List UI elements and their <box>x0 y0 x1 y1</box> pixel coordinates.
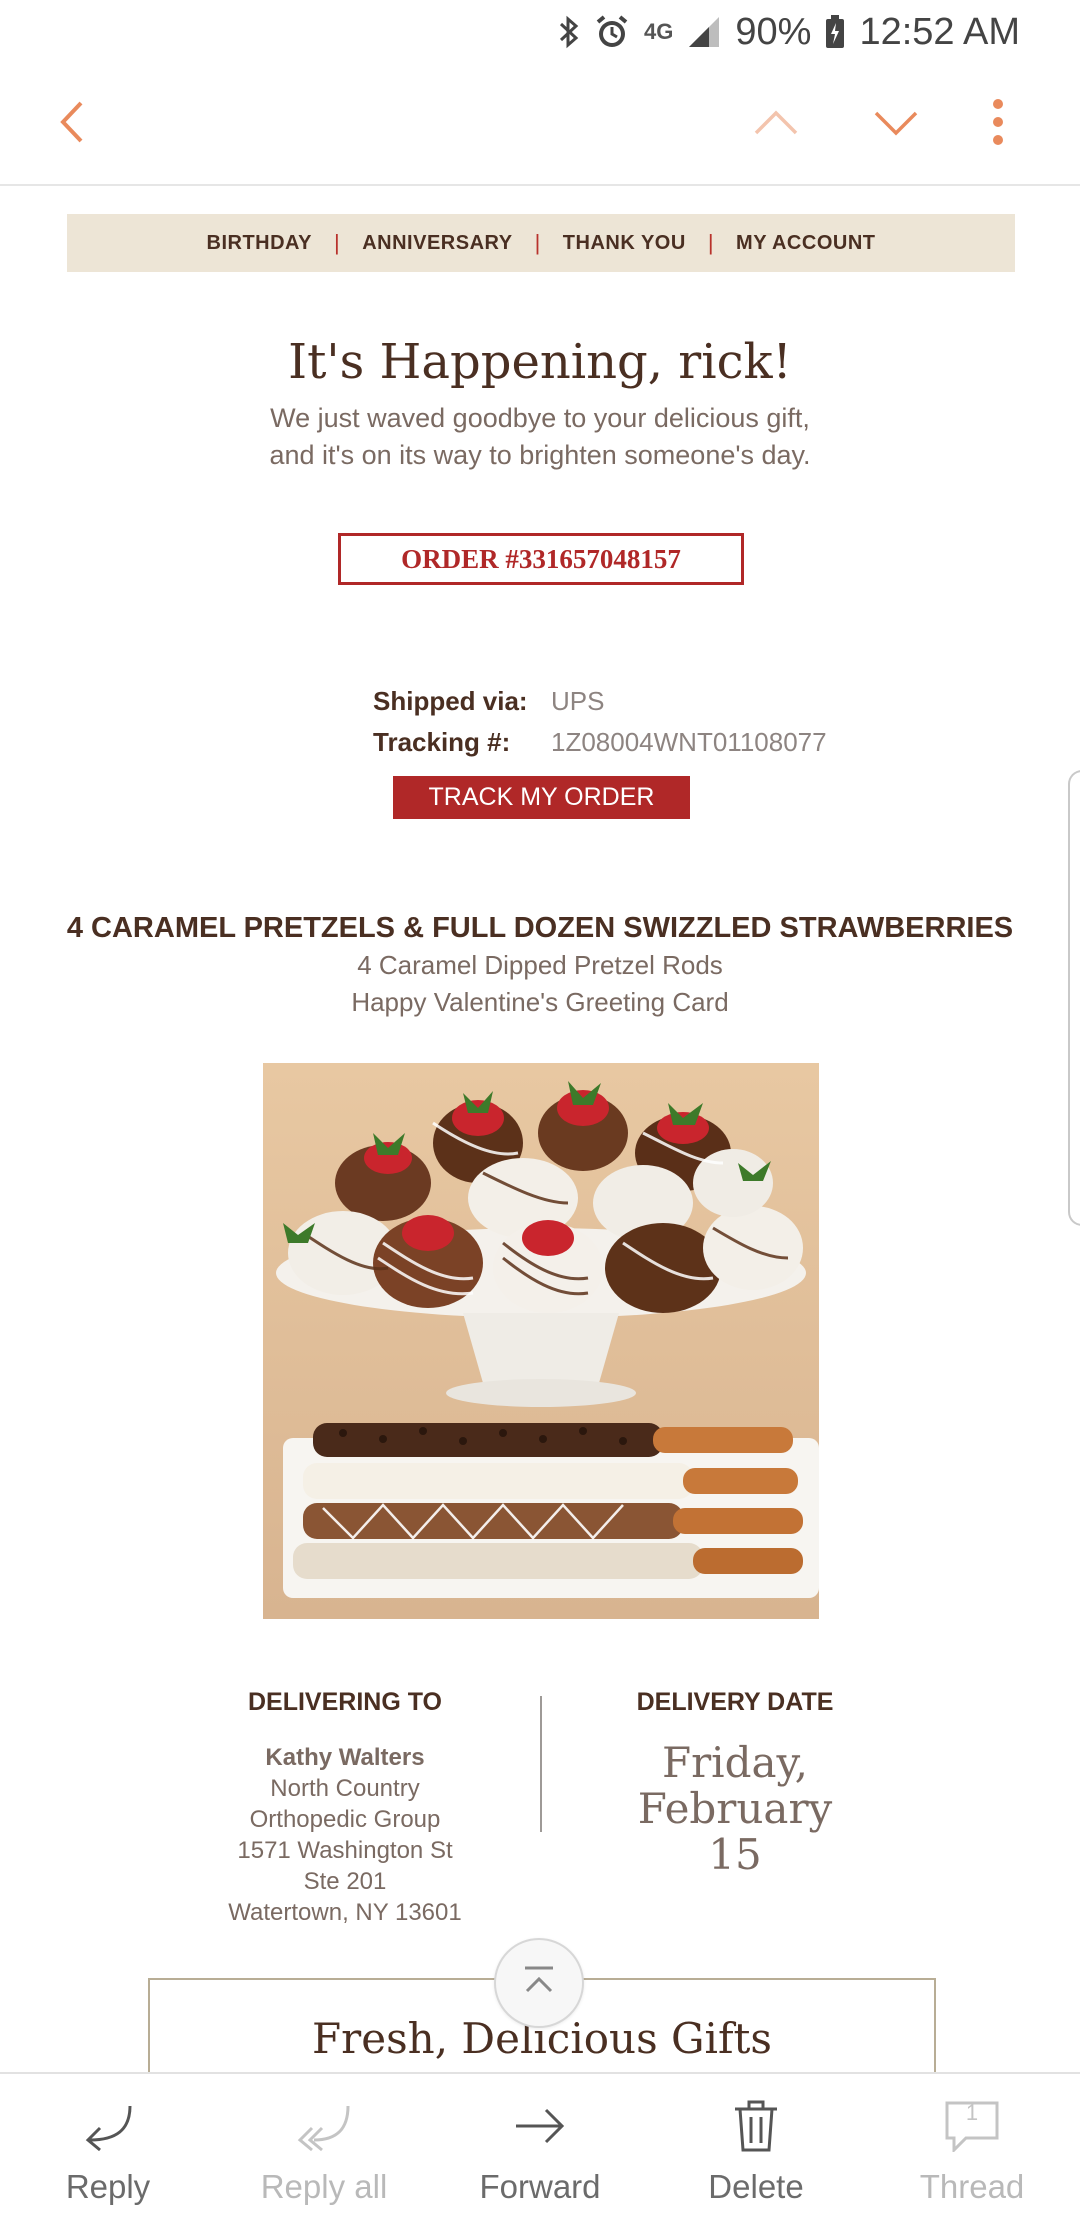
delivery-day: Friday, <box>661 1738 809 1787</box>
email-nav-bar: BIRTHDAY | ANNIVERSARY | THANK YOU | MY … <box>67 214 1015 272</box>
nav-separator: | <box>534 230 541 255</box>
product-image[interactable] <box>263 1063 819 1619</box>
product-item: Happy Valentine's Greeting Card <box>351 987 729 1017</box>
forward-label: Forward <box>479 2168 601 2205</box>
thread-icon: 1 <box>942 2096 1002 2156</box>
reply-all-label: Reply all <box>260 2168 388 2205</box>
recipient-name: Kathy Walters <box>265 1744 425 1771</box>
email-headline: It's Happening, rick! <box>288 334 792 390</box>
forward-icon <box>510 2096 570 2156</box>
nav-separator: | <box>334 230 341 255</box>
delete-label: Delete <box>708 2168 804 2205</box>
alarm-icon <box>594 14 630 50</box>
nav-separator: | <box>707 230 715 255</box>
scroll-top-icon <box>521 1965 557 2002</box>
scroll-to-top-button[interactable] <box>494 1938 584 2028</box>
edge-panel-handle[interactable] <box>1068 770 1080 1226</box>
app-bar <box>0 64 1080 186</box>
next-email-button[interactable] <box>856 92 936 156</box>
thread-button[interactable]: 1 Thread <box>864 2074 1080 2220</box>
delivery-daynum: 15 <box>708 1830 762 1879</box>
reply-all-icon <box>294 2096 354 2156</box>
track-my-order-button[interactable]: TRACK MY ORDER <box>393 776 690 819</box>
thread-count-badge: 1 <box>965 2100 979 2125</box>
nav-link-my-account[interactable]: MY ACCOUNT <box>736 232 875 255</box>
tracking-number[interactable]: 1Z08004WNT01108077 <box>551 727 827 758</box>
address-line: Orthopedic Group <box>249 1806 441 1833</box>
battery-icon <box>825 15 845 49</box>
recipient-address: Kathy Walters North Country Orthopedic G… <box>150 1742 540 1928</box>
email-body: BIRTHDAY | ANNIVERSARY | THANK YOU | MY … <box>0 186 1080 2072</box>
nav-link-anniversary[interactable]: ANNIVERSARY <box>362 232 512 255</box>
subtext-line-2: and it's on its way to brighten someone'… <box>269 440 811 470</box>
previous-email-button[interactable] <box>736 92 816 156</box>
clock: 12:52 AM <box>859 10 1020 53</box>
address-line: Watertown, NY 13601 <box>228 1899 462 1926</box>
nav-link-thank-you[interactable]: THANK YOU <box>563 232 686 255</box>
bluetooth-icon <box>558 15 580 49</box>
tracking-label: Tracking #: <box>373 727 511 757</box>
address-line: 1571 Washington St <box>237 1837 453 1864</box>
email-subtext: We just waved goodbye to your delicious … <box>0 400 1080 474</box>
status-bar: 4G 90% 12:52 AM <box>0 0 1080 64</box>
reply-label: Reply <box>65 2168 151 2205</box>
forward-button[interactable]: Forward <box>432 2074 648 2220</box>
trash-icon <box>726 2096 786 2156</box>
chevron-down-icon <box>872 107 920 142</box>
thread-label: Thread <box>919 2168 1025 2205</box>
shipped-via-label: Shipped via: <box>373 686 528 716</box>
chevron-up-icon <box>752 107 800 142</box>
delivery-month: February <box>637 1784 833 1833</box>
nav-link-birthday[interactable]: BIRTHDAY <box>207 232 313 255</box>
reply-all-button[interactable]: Reply all <box>216 2074 432 2220</box>
battery-percent: 90% <box>735 10 812 53</box>
more-vert-icon <box>992 98 1004 151</box>
chevron-left-icon <box>57 99 87 150</box>
product-item: 4 Caramel Dipped Pretzel Rods <box>357 950 723 980</box>
address-line: Ste 201 <box>303 1868 387 1895</box>
back-button[interactable] <box>40 92 104 156</box>
delivery-date-label: DELIVERY DATE <box>636 1688 834 1716</box>
delivering-to-label: DELIVERING TO <box>247 1688 442 1716</box>
delivery-date: Friday, February 15 <box>540 1740 930 1878</box>
reply-icon <box>78 2096 138 2156</box>
network-type-icon: 4G <box>644 19 674 44</box>
shipped-via-value: UPS <box>551 686 605 716</box>
order-number-link[interactable]: ORDER #331657048157 <box>338 533 744 585</box>
status-icons: 4G 90% 12:52 AM <box>558 10 1020 54</box>
reply-button[interactable]: Reply <box>0 2074 216 2220</box>
delete-button[interactable]: Delete <box>648 2074 864 2220</box>
signal-icon <box>687 15 721 49</box>
more-options-button[interactable] <box>966 92 1030 156</box>
address-line: North Country <box>270 1775 420 1802</box>
subtext-line-1: We just waved goodbye to your delicious … <box>270 403 810 433</box>
product-title: 4 CARAMEL PRETZELS & FULL DOZEN SWIZZLED… <box>66 912 1014 944</box>
bottom-action-bar: Reply Reply all Forward Delete 1 Thread <box>0 2072 1080 2220</box>
